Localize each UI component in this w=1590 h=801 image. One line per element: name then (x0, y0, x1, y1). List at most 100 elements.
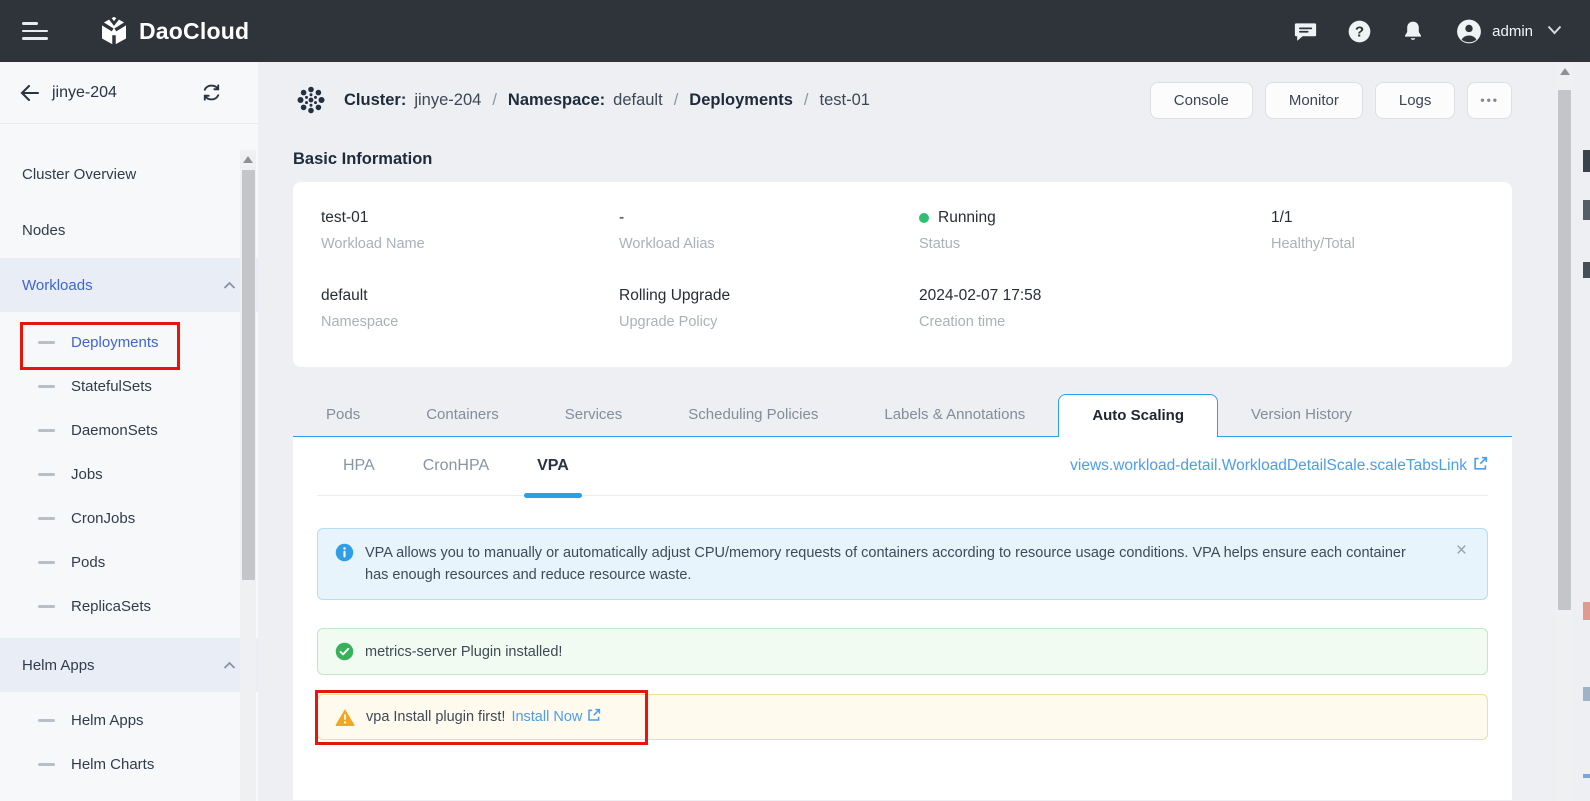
install-now-link[interactable]: Install Now (511, 708, 601, 726)
chevron-up-icon (223, 277, 236, 294)
edge-artifact (1583, 200, 1590, 220)
external-link-icon (587, 708, 601, 726)
toolbar: Console Monitor Logs ••• (1138, 82, 1512, 119)
dash-icon (38, 719, 55, 722)
sidebar-item-jobs[interactable]: Jobs (0, 452, 258, 496)
monitor-button[interactable]: Monitor (1265, 82, 1363, 119)
external-link-icon (1473, 456, 1488, 476)
scale-tabs-link[interactable]: views.workload-detail.WorkloadDetailScal… (1070, 456, 1488, 476)
field-status: Running Status (919, 209, 1271, 287)
scrollbar-thumb[interactable] (242, 170, 255, 580)
sidebar-item-statefulsets[interactable]: StatefulSets (0, 364, 258, 408)
user-name: admin (1492, 23, 1533, 40)
breadcrumb-row: Cluster: jinye-204 / Namespace: default … (293, 80, 1512, 120)
more-actions-button[interactable]: ••• (1467, 82, 1512, 119)
field-upgrade-policy: Rolling Upgrade Upgrade Policy (619, 287, 919, 365)
dash-icon (38, 561, 55, 564)
tab-scheduling-policies[interactable]: Scheduling Policies (655, 394, 851, 436)
subtab-vpa[interactable]: VPA (537, 437, 569, 495)
sidebar-item-deployments[interactable]: Deployments (0, 320, 258, 364)
bell-icon[interactable] (1400, 18, 1426, 44)
dash-icon (38, 473, 55, 476)
field-workload-name: test-01 Workload Name (321, 209, 619, 287)
sidebar-item-nodes[interactable]: Nodes (0, 202, 258, 258)
dash-icon (38, 763, 55, 766)
close-icon[interactable]: × (1456, 540, 1467, 562)
switch-cluster-icon[interactable] (201, 82, 222, 103)
tab-labels-annotations[interactable]: Labels & Annotations (851, 394, 1058, 436)
edge-artifact (1583, 150, 1590, 172)
dash-icon (38, 341, 55, 344)
chevron-up-icon (223, 657, 236, 674)
brand-name: DaoCloud (139, 18, 249, 45)
breadcrumb-cluster-value[interactable]: jinye-204 (414, 91, 481, 110)
edge-artifact (1583, 262, 1590, 278)
cluster-dots-icon (293, 82, 329, 118)
chevron-down-icon[interactable] (1547, 22, 1562, 40)
metrics-server-alert: metrics-server Plugin installed! (317, 628, 1488, 675)
basic-information-card: test-01 Workload Name - Workload Alias R… (293, 182, 1512, 367)
basic-information-title: Basic Information (293, 150, 1512, 169)
sidebar-section-workloads[interactable]: Workloads (0, 258, 258, 312)
sidebar-scrollbar[interactable] (240, 150, 256, 801)
breadcrumb-workload-name: test-01 (819, 91, 869, 110)
vpa-install-alert: vpa Install plugin first! Install Now (317, 694, 1488, 740)
edge-artifact (1583, 774, 1590, 778)
sidebar-item-replicasets[interactable]: ReplicaSets (0, 584, 258, 628)
breadcrumb-cluster-label: Cluster: (344, 91, 406, 110)
sidebar-section-helm-apps[interactable]: Helm Apps (0, 638, 258, 692)
sidebar-item-helm-charts[interactable]: Helm Charts (0, 742, 258, 786)
warning-icon (335, 708, 355, 726)
menu-toggle-icon[interactable] (22, 22, 48, 40)
logs-button[interactable]: Logs (1375, 82, 1456, 119)
console-button[interactable]: Console (1150, 82, 1253, 119)
breadcrumb-namespace-value[interactable]: default (613, 91, 663, 110)
sidebar-item-helm-apps[interactable]: Helm Apps (0, 698, 258, 742)
success-check-icon (335, 642, 354, 661)
page-scrollbar[interactable] (1556, 62, 1573, 801)
dash-icon (38, 385, 55, 388)
chat-icon[interactable] (1292, 18, 1318, 44)
tab-services[interactable]: Services (532, 394, 656, 436)
avatar[interactable] (1456, 18, 1482, 44)
sidebar-cluster-name: jinye-204 (52, 84, 117, 102)
edge-artifact (1583, 602, 1590, 620)
dash-icon (38, 605, 55, 608)
breadcrumb: Cluster: jinye-204 / Namespace: default … (344, 91, 870, 110)
subtab-hpa[interactable]: HPA (343, 437, 375, 495)
vpa-install-text: vpa Install plugin first! (366, 709, 505, 725)
sidebar-item-daemonsets[interactable]: DaemonSets (0, 408, 258, 452)
sidebar-nav: Cluster Overview Nodes Workloads Deploym… (0, 124, 258, 786)
svg-text:?: ? (1355, 23, 1364, 40)
field-workload-alias: - Workload Alias (619, 209, 919, 287)
help-icon[interactable]: ? (1346, 18, 1372, 44)
back-arrow-icon[interactable] (20, 84, 40, 102)
subtab-cronhpa[interactable]: CronHPA (423, 437, 489, 495)
field-healthy-total: 1/1 Healthy/Total (1271, 209, 1512, 287)
sidebar-item-pods[interactable]: Pods (0, 540, 258, 584)
tab-auto-scaling[interactable]: Auto Scaling (1058, 394, 1218, 437)
field-namespace: default Namespace (321, 287, 619, 365)
tab-version-history[interactable]: Version History (1218, 394, 1385, 436)
sidebar-item-cluster-overview[interactable]: Cluster Overview (0, 146, 258, 202)
sidebar: jinye-204 Cluster Overview Nodes Workloa… (0, 62, 258, 801)
breadcrumb-namespace-label: Namespace: (508, 91, 605, 110)
auto-scaling-panel: HPA CronHPA VPA views.workload-detail.Wo… (293, 436, 1512, 800)
metrics-server-text: metrics-server Plugin installed! (365, 644, 562, 660)
top-bar: DaoCloud ? adm (0, 0, 1590, 62)
vpa-info-text: VPA allows you to manually or automatica… (365, 542, 1427, 586)
scroll-up-arrow[interactable] (243, 156, 253, 163)
main-content: Cluster: jinye-204 / Namespace: default … (258, 62, 1556, 801)
dash-icon (38, 429, 55, 432)
field-creation-time: 2024-02-07 17:58 Creation time (919, 287, 1271, 365)
sidebar-item-cronjobs[interactable]: CronJobs (0, 496, 258, 540)
scaling-subtabs: HPA CronHPA VPA views.workload-detail.Wo… (317, 437, 1488, 496)
breadcrumb-deployments[interactable]: Deployments (689, 91, 793, 110)
brand-logo[interactable]: DaoCloud (98, 15, 249, 47)
scrollbar-thumb[interactable] (1558, 90, 1571, 610)
status-dot (919, 213, 929, 223)
tab-containers[interactable]: Containers (393, 394, 532, 436)
dash-icon (38, 517, 55, 520)
tab-pods[interactable]: Pods (293, 394, 393, 436)
scroll-up-arrow[interactable] (1560, 68, 1570, 75)
